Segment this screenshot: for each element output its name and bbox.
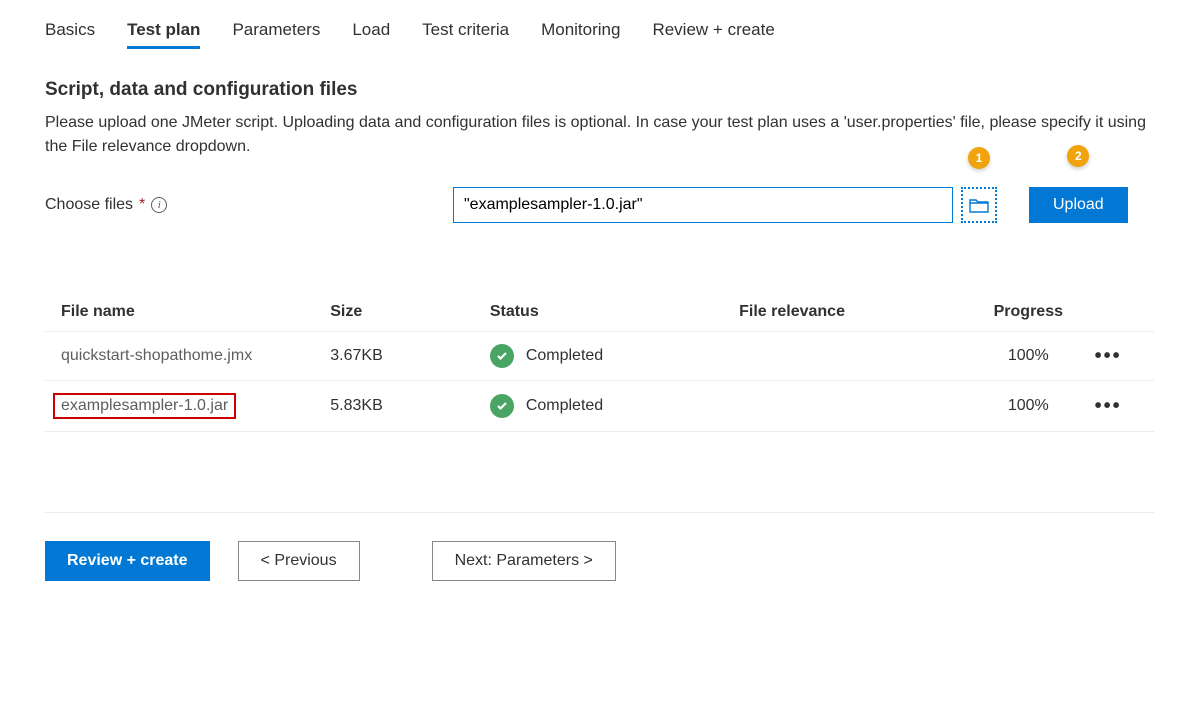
cell-size: 3.67KB: [330, 347, 490, 365]
tab-basics[interactable]: Basics: [45, 20, 95, 49]
tab-test-criteria[interactable]: Test criteria: [422, 20, 509, 49]
info-icon[interactable]: i: [151, 197, 167, 213]
table-header: File name Size Status File relevance Pro…: [45, 293, 1154, 332]
more-actions-button[interactable]: •••: [1095, 395, 1122, 417]
previous-button[interactable]: < Previous: [238, 541, 360, 581]
choose-files-text: Choose files: [45, 196, 133, 214]
check-icon: [490, 344, 514, 368]
next-button[interactable]: Next: Parameters >: [432, 541, 616, 581]
tab-bar: Basics Test plan Parameters Load Test cr…: [45, 20, 1154, 49]
review-create-button[interactable]: Review + create: [45, 541, 210, 581]
cell-progress: 100%: [978, 347, 1078, 365]
more-actions-button[interactable]: •••: [1095, 345, 1122, 367]
status-text: Completed: [526, 397, 603, 415]
tab-monitoring[interactable]: Monitoring: [541, 20, 620, 49]
file-input[interactable]: [453, 187, 953, 223]
folder-icon: [969, 197, 989, 213]
header-size[interactable]: Size: [330, 303, 490, 321]
upload-button[interactable]: 2 Upload: [1029, 187, 1128, 223]
cell-status: Completed: [490, 344, 739, 368]
check-icon: [490, 394, 514, 418]
choose-files-row: Choose files * i 1 2 Upload: [45, 187, 1154, 223]
table-row: examplesampler-1.0.jar 5.83KB Completed …: [45, 381, 1154, 432]
callout-badge-1: 1: [968, 147, 990, 169]
browse-button[interactable]: 1: [961, 187, 997, 223]
cell-filename: quickstart-shopathome.jmx: [61, 347, 330, 365]
header-progress[interactable]: Progress: [978, 303, 1078, 321]
footer-actions: Review + create < Previous Next: Paramet…: [45, 512, 1154, 581]
cell-progress: 100%: [978, 397, 1078, 415]
tab-test-plan[interactable]: Test plan: [127, 20, 200, 49]
status-text: Completed: [526, 347, 603, 365]
header-status[interactable]: Status: [490, 303, 739, 321]
tab-load[interactable]: Load: [352, 20, 390, 49]
upload-button-label: Upload: [1053, 196, 1104, 213]
tab-review-create[interactable]: Review + create: [652, 20, 774, 49]
table-row: quickstart-shopathome.jmx 3.67KB Complet…: [45, 332, 1154, 381]
tab-parameters[interactable]: Parameters: [232, 20, 320, 49]
header-actions: [1078, 303, 1138, 321]
choose-files-label: Choose files * i: [45, 196, 445, 214]
header-relevance[interactable]: File relevance: [739, 303, 978, 321]
callout-badge-2: 2: [1067, 145, 1089, 167]
cell-filename: examplesampler-1.0.jar: [61, 393, 330, 419]
cell-size: 5.83KB: [330, 397, 490, 415]
cell-status: Completed: [490, 394, 739, 418]
section-title: Script, data and configuration files: [45, 79, 1154, 101]
required-asterisk: *: [139, 196, 145, 214]
files-table: File name Size Status File relevance Pro…: [45, 293, 1154, 432]
highlighted-filename: examplesampler-1.0.jar: [53, 393, 236, 419]
header-filename[interactable]: File name: [61, 303, 330, 321]
